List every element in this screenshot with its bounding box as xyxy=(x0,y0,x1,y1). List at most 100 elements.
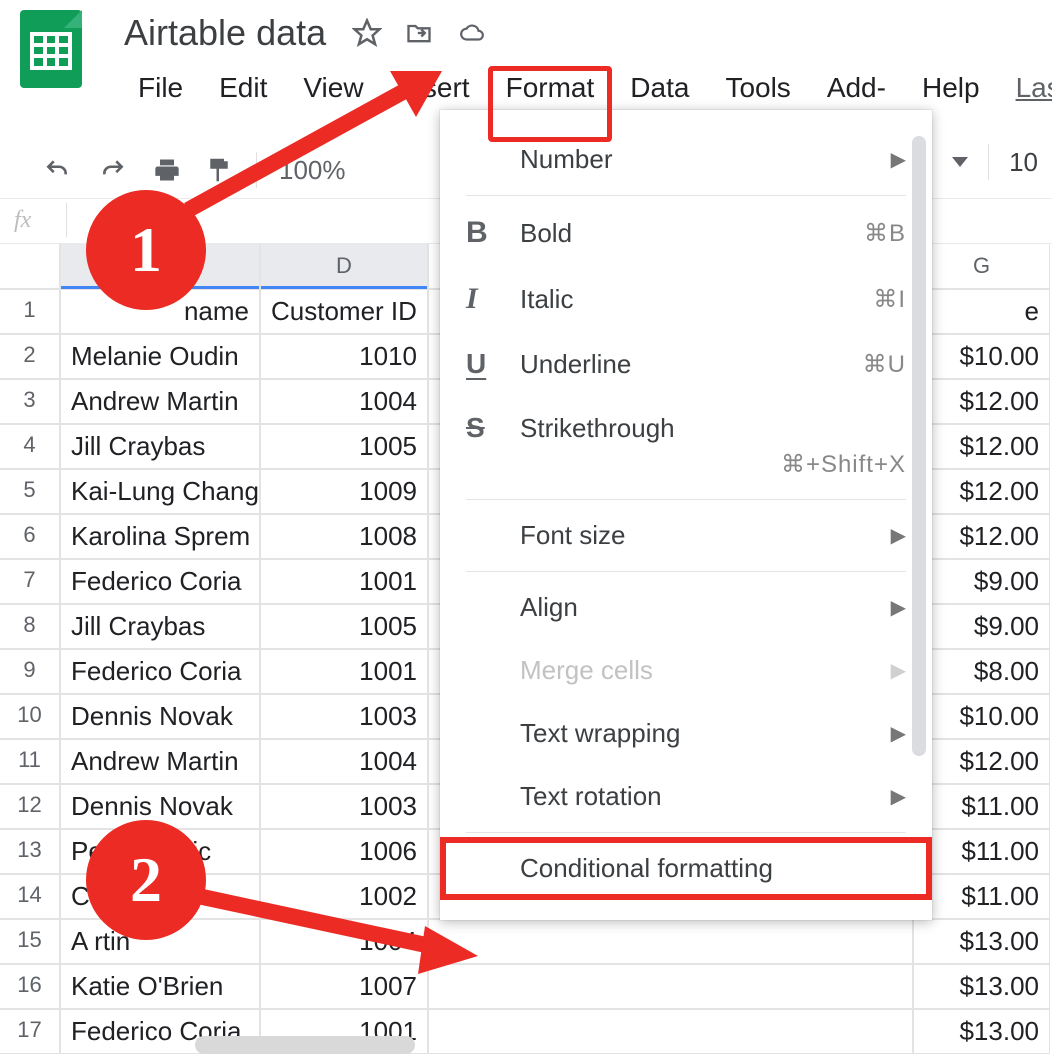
menu-last-edit[interactable]: Last xyxy=(998,66,1052,142)
row-head[interactable]: 8 xyxy=(0,604,60,649)
cell[interactable]: 1001 xyxy=(260,559,428,604)
row-head[interactable]: 16 xyxy=(0,964,60,1009)
cell[interactable]: $10.00 xyxy=(913,694,1050,739)
cell[interactable]: $13.00 xyxy=(913,964,1050,1009)
chevron-right-icon: ▶ xyxy=(891,523,906,548)
row-head[interactable]: 7 xyxy=(0,559,60,604)
cell[interactable]: 1006 xyxy=(260,829,428,874)
cell[interactable]: $11.00 xyxy=(913,784,1050,829)
cell[interactable]: 1005 xyxy=(260,424,428,469)
row-head[interactable]: 10 xyxy=(0,694,60,739)
cell[interactable]: $11.00 xyxy=(913,874,1050,919)
row-head[interactable]: 17 xyxy=(0,1009,60,1054)
cell[interactable]: $8.00 xyxy=(913,649,1050,694)
col-head-d[interactable]: D xyxy=(260,244,428,289)
move-folder-icon[interactable] xyxy=(404,19,434,47)
cloud-status-icon[interactable] xyxy=(456,20,488,46)
chevron-right-icon: ▶ xyxy=(891,595,906,620)
star-icon[interactable] xyxy=(352,18,382,48)
cell xyxy=(428,964,913,1009)
format-font-size[interactable]: Font size▶ xyxy=(440,504,932,567)
cell[interactable]: 1008 xyxy=(260,514,428,559)
chevron-right-icon: ▶ xyxy=(891,721,906,746)
shortcut-label: ⌘U xyxy=(863,350,906,379)
cell[interactable]: $11.00 xyxy=(913,829,1050,874)
row-head[interactable]: 6 xyxy=(0,514,60,559)
row-head[interactable]: 2 xyxy=(0,334,60,379)
row-head[interactable]: 15 xyxy=(0,919,60,964)
format-align[interactable]: Align▶ xyxy=(440,576,932,639)
row-head[interactable]: 13 xyxy=(0,829,60,874)
cell[interactable]: 1005 xyxy=(260,604,428,649)
cell[interactable]: $12.00 xyxy=(913,514,1050,559)
format-strikethrough[interactable]: S Strikethrough ⌘+Shift+X xyxy=(440,396,932,495)
undo-icon[interactable] xyxy=(40,157,74,183)
format-text-wrapping[interactable]: Text wrapping▶ xyxy=(440,702,932,765)
format-italic[interactable]: I Italic ⌘I xyxy=(440,266,932,332)
cell[interactable]: $12.00 xyxy=(913,469,1050,514)
annotation-arrow-2 xyxy=(190,870,500,980)
cell[interactable]: $13.00 xyxy=(913,1009,1050,1054)
cell[interactable]: $13.00 xyxy=(913,919,1050,964)
format-text-rotation[interactable]: Text rotation▶ xyxy=(440,765,932,828)
row-head[interactable]: 14 xyxy=(0,874,60,919)
doc-title[interactable]: Airtable data xyxy=(120,10,330,56)
cell[interactable]: Kai-Lung Chang xyxy=(60,469,260,514)
horizontal-scrollbar[interactable] xyxy=(195,1036,415,1054)
row-head[interactable]: 9 xyxy=(0,649,60,694)
cell[interactable]: Jill Craybas xyxy=(60,424,260,469)
annotation-arrow-1 xyxy=(180,55,460,235)
cell[interactable]: Karolina Sprem xyxy=(60,514,260,559)
cell[interactable]: Andrew Martin xyxy=(60,379,260,424)
cell[interactable]: $12.00 xyxy=(913,739,1050,784)
redo-icon[interactable] xyxy=(96,157,130,183)
print-icon[interactable] xyxy=(152,156,182,184)
cell[interactable]: Customer ID xyxy=(260,289,428,334)
cell[interactable]: Jill Craybas xyxy=(60,604,260,649)
sheets-app-icon[interactable] xyxy=(20,10,82,88)
cell[interactable]: e xyxy=(913,289,1050,334)
dropdown-icon[interactable] xyxy=(952,157,968,167)
cell[interactable]: 1009 xyxy=(260,469,428,514)
chevron-right-icon: ▶ xyxy=(891,784,906,809)
cell[interactable]: Federico Coria xyxy=(60,649,260,694)
cell[interactable]: 1003 xyxy=(260,694,428,739)
cell[interactable]: $12.00 xyxy=(913,379,1050,424)
format-menu: Number▶ B Bold ⌘B I Italic ⌘I U Underlin… xyxy=(440,110,932,920)
shortcut-label: ⌘B xyxy=(864,219,906,248)
menu-format[interactable]: Format xyxy=(488,66,613,142)
cell[interactable]: Melanie Oudin xyxy=(60,334,260,379)
divider xyxy=(988,144,989,180)
format-conditional-formatting[interactable]: Conditional formatting xyxy=(440,837,932,900)
cell[interactable]: 1004 xyxy=(260,739,428,784)
strikethrough-icon: S xyxy=(466,412,520,444)
annotation-badge-1: 1 xyxy=(86,190,206,310)
cell[interactable]: $9.00 xyxy=(913,604,1050,649)
row-head[interactable]: 5 xyxy=(0,469,60,514)
cell[interactable]: 1001 xyxy=(260,649,428,694)
bold-icon: B xyxy=(466,216,520,250)
cell[interactable]: Federico Coria xyxy=(60,559,260,604)
cell[interactable]: 1003 xyxy=(260,784,428,829)
font-size-value[interactable]: 10 xyxy=(1009,147,1038,178)
underline-icon: U xyxy=(466,348,520,380)
cell[interactable]: 1004 xyxy=(260,379,428,424)
cell xyxy=(428,919,913,964)
row-head[interactable]: 4 xyxy=(0,424,60,469)
fx-label: fx xyxy=(14,207,62,234)
cell[interactable]: Andrew Martin xyxy=(60,739,260,784)
format-bold[interactable]: B Bold ⌘B xyxy=(440,200,932,266)
cell[interactable]: Dennis Novak xyxy=(60,694,260,739)
format-underline[interactable]: U Underline ⌘U xyxy=(440,332,932,396)
cell[interactable]: $10.00 xyxy=(913,334,1050,379)
cell[interactable]: 1010 xyxy=(260,334,428,379)
col-head-g[interactable]: G xyxy=(913,244,1050,289)
row-head[interactable]: 11 xyxy=(0,739,60,784)
row-head[interactable]: 12 xyxy=(0,784,60,829)
cell[interactable]: $12.00 xyxy=(913,424,1050,469)
row-head[interactable]: 3 xyxy=(0,379,60,424)
shortcut-label: ⌘+Shift+X xyxy=(466,450,906,479)
select-all-corner[interactable] xyxy=(0,244,60,289)
row-head[interactable]: 1 xyxy=(0,289,60,334)
cell[interactable]: $9.00 xyxy=(913,559,1050,604)
